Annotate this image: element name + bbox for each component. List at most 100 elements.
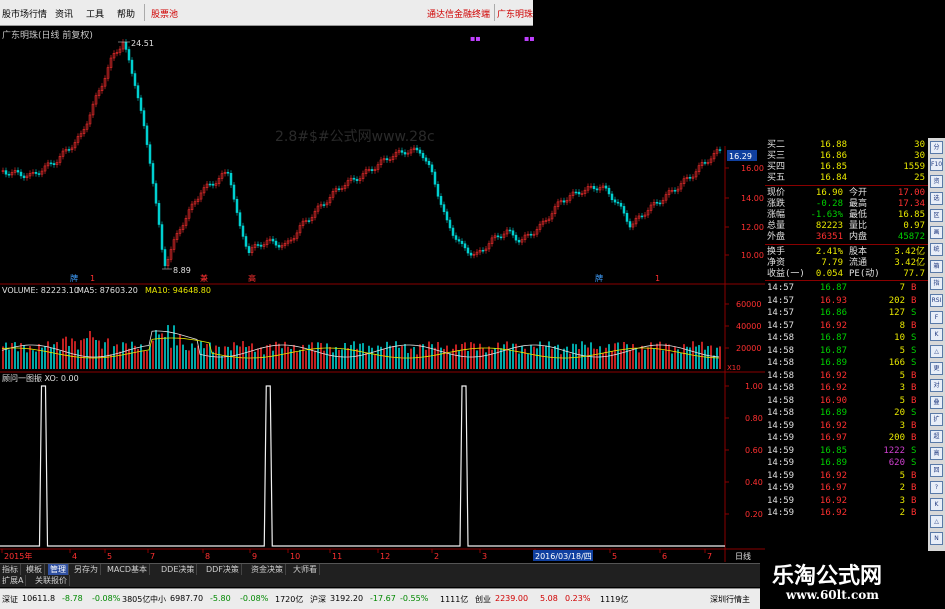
indicator-tab[interactable]: 模板	[24, 564, 45, 575]
price-candles	[1, 39, 722, 269]
volume-bar	[701, 341, 703, 369]
side-tool-icon[interactable]: 高	[930, 447, 943, 460]
volume-bar	[191, 343, 193, 369]
side-tool-icon[interactable]: △	[930, 515, 943, 528]
price-candle	[136, 85, 140, 99]
indicator-tab[interactable]: MACD基本	[105, 564, 150, 575]
tick-volume: 5	[899, 470, 905, 481]
volume-bar	[38, 344, 40, 369]
volume-bar	[311, 342, 313, 369]
volume-bar	[347, 347, 349, 369]
menu-tools[interactable]: 工具	[86, 7, 104, 20]
volume-bar	[659, 341, 661, 369]
volume-bar	[77, 349, 79, 369]
side-tool-icon[interactable]: K	[930, 328, 943, 341]
stat-value: 77.7	[903, 269, 925, 279]
price-candle	[613, 199, 617, 203]
tick-row: 14:59 16.92 3 B	[765, 496, 928, 507]
side-tool-icon[interactable]: 选	[930, 192, 943, 205]
status-item: 沪深	[310, 595, 326, 604]
side-tool-icon[interactable]: 箱	[930, 260, 943, 273]
side-tool-icon[interactable]: 更	[930, 362, 943, 375]
tick-row: 14:59 16.92 5 B	[765, 471, 928, 482]
price-candle	[469, 252, 473, 256]
signal-marker: 1	[655, 274, 660, 283]
tick-volume: 5	[899, 345, 905, 356]
order-volume: 30	[914, 151, 925, 161]
tick-row: 14:59 16.89 620 S	[765, 458, 928, 469]
side-tool-icon[interactable]: 扩	[930, 413, 943, 426]
volume-bar	[35, 351, 37, 369]
tick-row: 14:58 16.89 166 S	[765, 358, 928, 369]
price-candle	[460, 240, 464, 244]
price-candle	[19, 171, 23, 177]
volume-bar	[383, 349, 385, 369]
volume-bar	[173, 325, 175, 369]
indicator-tab[interactable]: DDE决策	[159, 564, 198, 575]
price-candle	[355, 179, 359, 181]
status-item: 5.08	[540, 594, 558, 603]
menu-help[interactable]: 帮助	[117, 7, 135, 20]
status-item: -0.08%	[92, 594, 121, 603]
side-tool-icon[interactable]: 资	[930, 175, 943, 188]
period-label: 日线	[735, 551, 751, 561]
tick-volume: 127	[888, 308, 905, 318]
volume-bar	[17, 351, 19, 369]
price-candle	[718, 149, 722, 151]
indicator-tab[interactable]: 管理	[48, 564, 69, 575]
indicator-tab[interactable]: 资金决策	[249, 564, 286, 575]
indicator-tab[interactable]: DDF决策	[204, 564, 242, 575]
indicator-tab[interactable]: 另存为	[72, 564, 101, 575]
side-tool-icon[interactable]: 超	[930, 430, 943, 443]
volume-bar	[194, 347, 196, 369]
price-candle	[703, 162, 707, 164]
volume-bar	[530, 344, 532, 369]
volume-bar	[122, 342, 124, 369]
side-tool-icon[interactable]: 指	[930, 277, 943, 290]
price-candle	[448, 219, 452, 229]
side-tool-icon[interactable]: 分	[930, 141, 943, 154]
stock-pool-link[interactable]: 股票池	[151, 7, 178, 20]
side-tool-icon[interactable]: 叠	[930, 396, 943, 409]
volume-bar	[44, 346, 46, 369]
side-tool-icon[interactable]: 区	[930, 209, 943, 222]
volume-bar	[26, 352, 28, 369]
tick-row: 14:59 16.92 2 B	[765, 508, 928, 519]
side-tool-icon[interactable]: △	[930, 345, 943, 358]
price-candle	[400, 150, 404, 153]
volume-bar	[446, 345, 448, 369]
indicator-tab[interactable]: 指标	[0, 564, 21, 575]
tick-row: 14:59 16.97 200 B	[765, 433, 928, 444]
indicator-tab[interactable]: 大师看	[291, 564, 320, 575]
stat-value: 3.42亿	[894, 247, 925, 257]
banner-title: 乐淘公式网	[772, 564, 883, 589]
menu-news[interactable]: 资讯	[55, 7, 73, 20]
side-tool-icon[interactable]: N	[930, 532, 943, 545]
time-label: 11	[332, 552, 342, 561]
extension-tab[interactable]: 关联报价	[33, 575, 70, 586]
menu-market[interactable]: 股市场行情	[2, 7, 47, 20]
side-tool-icon[interactable]: 统	[930, 243, 943, 256]
side-tool-icon[interactable]: RSI	[930, 294, 943, 307]
volume-bar	[599, 346, 601, 369]
side-tool-icon[interactable]: ?	[930, 481, 943, 494]
side-tool-icon[interactable]: F10	[930, 158, 943, 171]
time-label: 2	[434, 552, 439, 561]
side-tool-icon[interactable]: 画	[930, 226, 943, 239]
volume-bar	[152, 340, 154, 369]
promo-link[interactable]: 通达信金融终端	[427, 7, 490, 20]
side-tool-icon[interactable]: F	[930, 311, 943, 324]
side-tool-icon[interactable]: 对	[930, 379, 943, 392]
side-tool-icon[interactable]: K	[930, 498, 943, 511]
status-item: 深证	[2, 595, 18, 604]
volume-bar	[647, 347, 649, 369]
volume-bar	[425, 349, 427, 369]
side-tool-icon[interactable]: 回	[930, 464, 943, 477]
volume-bar	[14, 342, 16, 369]
purple-marker: ▪▪	[524, 34, 535, 43]
extension-tab[interactable]: 扩展A	[0, 575, 27, 586]
side-toolbar: 分 F10 资选区画统箱指 RSI F K △ 更对叠扩超高回? K △ N	[928, 138, 945, 551]
stock-chart[interactable]: 24.51 8.89 2.8#$#公式网www.28c ▪▪ ▪▪ 16.00 14.00 1…	[0, 26, 765, 582]
tick-volume: 5	[899, 370, 905, 381]
price-candle	[130, 59, 134, 74]
